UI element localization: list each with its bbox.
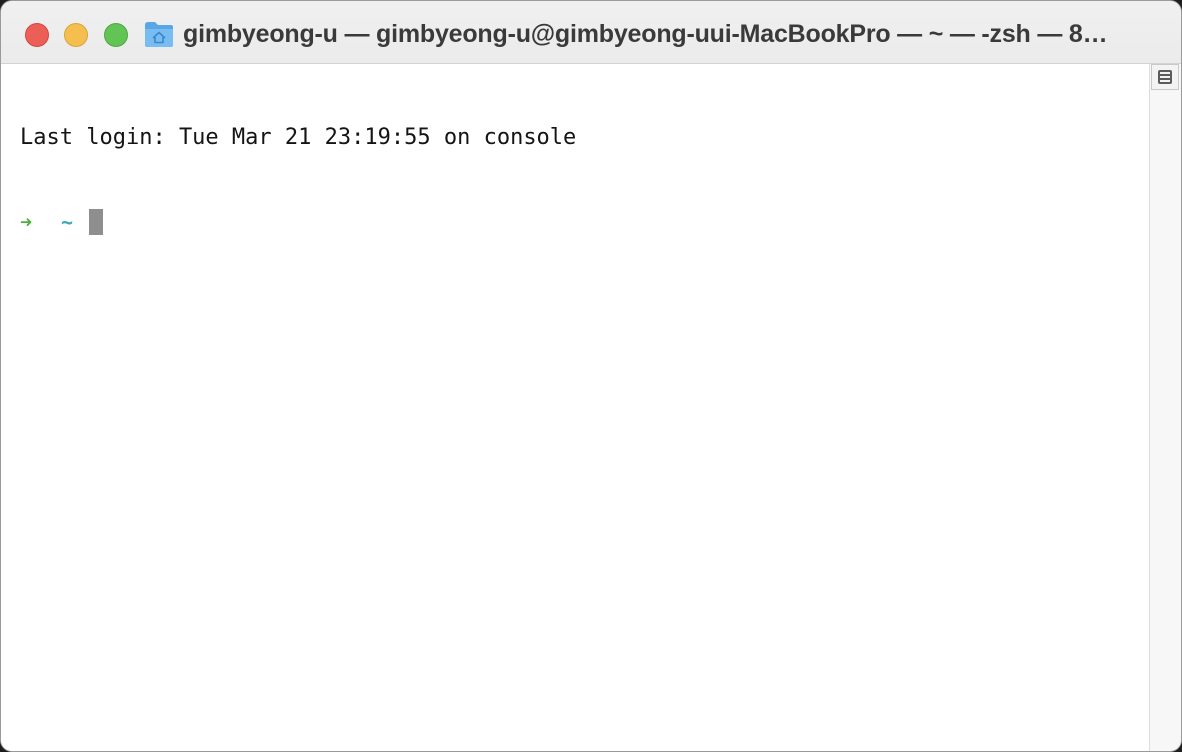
title-bar[interactable]: gimbyeong-u — gimbyeong-u@gimbyeong-uui-… bbox=[1, 1, 1181, 64]
minimize-button[interactable] bbox=[64, 23, 88, 47]
text-cursor bbox=[89, 209, 103, 235]
terminal-window: gimbyeong-u — gimbyeong-u@gimbyeong-uui-… bbox=[0, 0, 1182, 752]
terminal-output[interactable]: Last login: Tue Mar 21 23:19:55 on conso… bbox=[20, 68, 576, 292]
zoom-button[interactable] bbox=[104, 23, 128, 47]
window-title: gimbyeong-u — gimbyeong-u@gimbyeong-uui-… bbox=[183, 20, 1108, 48]
prompt-line[interactable]: ➜ ~ bbox=[20, 208, 576, 236]
home-folder-icon bbox=[145, 22, 173, 47]
prompt-arrow-icon: ➜ bbox=[20, 210, 33, 234]
split-pane-icon bbox=[1158, 70, 1172, 84]
scrollbar-track[interactable] bbox=[1149, 64, 1181, 751]
split-pane-button[interactable] bbox=[1151, 64, 1179, 90]
prompt-directory: ~ bbox=[61, 210, 74, 234]
terminal-content[interactable]: Last login: Tue Mar 21 23:19:55 on conso… bbox=[1, 64, 1149, 751]
last-login-line: Last login: Tue Mar 21 23:19:55 on conso… bbox=[20, 125, 577, 150]
close-button[interactable] bbox=[25, 23, 49, 47]
